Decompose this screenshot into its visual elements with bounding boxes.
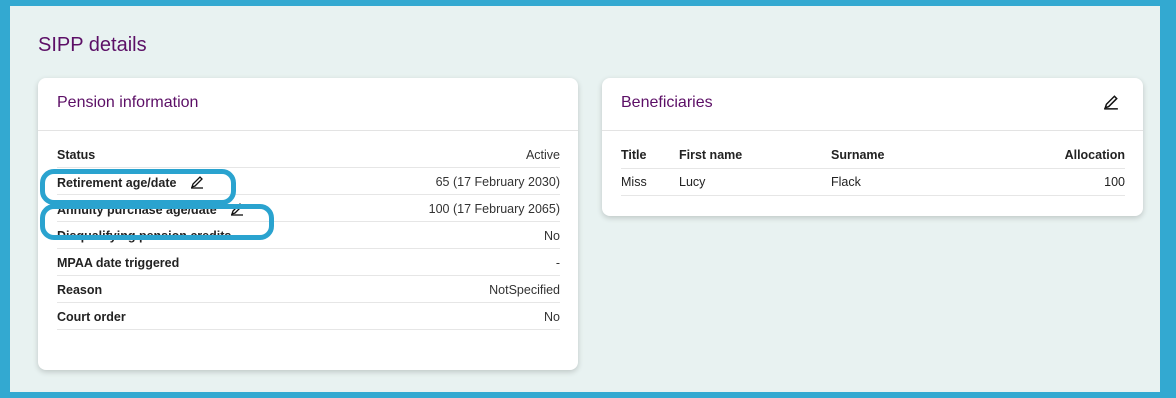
info-value: -: [555, 256, 560, 270]
info-value: 65 (17 February 2030): [435, 175, 560, 189]
table-cell: 100: [969, 168, 1125, 196]
info-value: No: [544, 229, 560, 243]
info-value: Active: [525, 148, 560, 162]
info-row-retirement-age: Retirement age/date 65 (17 February 2030…: [57, 168, 560, 195]
info-value: NotSpecified: [489, 283, 560, 297]
beneficiaries-card-title: Beneficiaries: [621, 94, 713, 111]
beneficiaries-card: Beneficiaries Title First name Surname A…: [602, 78, 1143, 216]
info-label-text: Retirement age/date: [57, 175, 177, 190]
info-value: No: [544, 310, 560, 324]
pension-card-header: Pension information: [38, 78, 578, 131]
table-header-row: Title First name Surname Allocation: [621, 141, 1125, 169]
info-row-disqualifying-credits: Disqualifying pension credits No: [57, 222, 560, 249]
info-label: Court order: [57, 310, 126, 324]
pension-information-card: Pension information Status Active Retire…: [38, 78, 578, 370]
beneficiaries-card-header: Beneficiaries: [602, 78, 1143, 131]
beneficiaries-table: Title First name Surname Allocation Miss…: [621, 141, 1125, 196]
info-label: Disqualifying pension credits: [57, 229, 232, 243]
pencil-icon[interactable]: [230, 202, 244, 219]
info-label: Reason: [57, 283, 103, 297]
column-header: First name: [679, 141, 831, 169]
info-row-court-order: Court order No: [57, 303, 560, 330]
info-label-with-edit: Retirement age/date: [57, 175, 204, 192]
pencil-icon[interactable]: [190, 175, 204, 192]
pencil-icon: [1104, 95, 1118, 110]
info-label: MPAA date triggered: [57, 256, 180, 270]
info-row-annuity-purchase-age: Annuity purchase age/date 100 (17 Februa…: [57, 195, 560, 222]
page-container: SIPP details Pension information Status …: [10, 6, 1160, 392]
pension-card-title: Pension information: [57, 94, 199, 111]
table-row: Miss Lucy Flack 100: [621, 168, 1125, 196]
info-label-with-edit: Annuity purchase age/date: [57, 202, 244, 219]
table-cell: Flack: [831, 168, 970, 196]
table-cell: Miss: [621, 168, 679, 196]
info-label-text: Annuity purchase age/date: [57, 202, 217, 217]
column-header: Allocation: [969, 141, 1125, 169]
column-header: Surname: [831, 141, 970, 169]
pension-info-list: Status Active Retirement age/date 65 (17…: [38, 131, 578, 330]
column-header: Title: [621, 141, 679, 169]
info-value: 100 (17 February 2065): [428, 202, 560, 216]
beneficiaries-body: Title First name Surname Allocation Miss…: [602, 131, 1143, 196]
info-row-status: Status Active: [57, 141, 560, 168]
info-label: Status: [57, 148, 96, 162]
table-cell: Lucy: [679, 168, 831, 196]
edit-beneficiaries-button[interactable]: [1103, 94, 1119, 115]
page-title: SIPP details: [38, 34, 147, 56]
info-row-reason: Reason NotSpecified: [57, 276, 560, 303]
info-row-mpaa-date: MPAA date triggered -: [57, 249, 560, 276]
